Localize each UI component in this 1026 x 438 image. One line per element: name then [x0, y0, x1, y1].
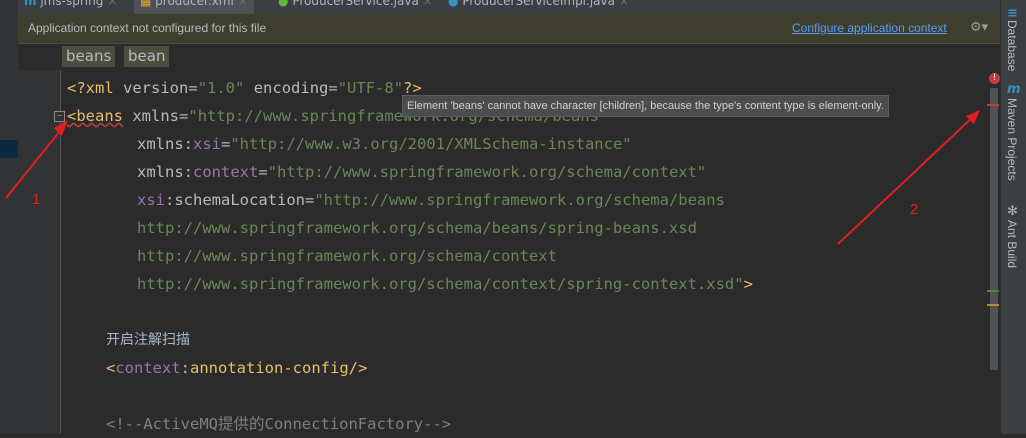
annotation-label-2: 2: [910, 201, 919, 218]
arrowhead-1-icon: [54, 120, 68, 136]
annotation-label-1: 1: [32, 191, 41, 208]
annotation-arrow-1: [5, 125, 65, 199]
annotation-arrows: [5, 110, 980, 245]
annotation-arrow-2: [837, 114, 976, 245]
